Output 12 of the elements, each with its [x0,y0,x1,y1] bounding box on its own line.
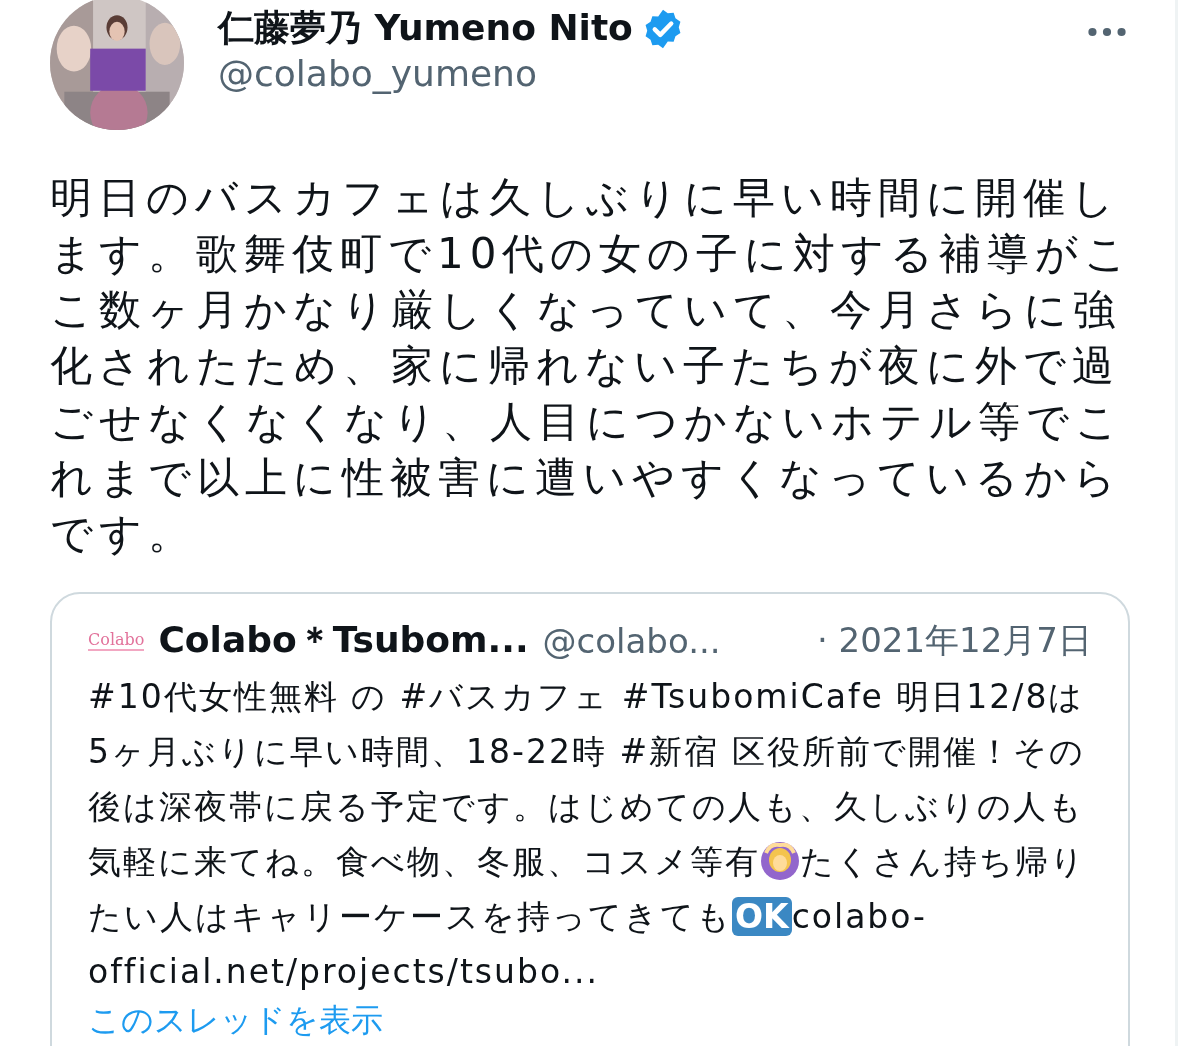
quoted-author-handle: @colabo... [542,620,721,661]
quoted-text: #10代女性無料 の #バスカフェ #TsubomiCafe 明日12/8は5ヶ月ぶりに早い時間、18-22時 #新宿 区役所前で開催！その後は深夜帯に戻る予定です。はじめての人も、久しぶりの人も気軽に来てね。食べ物、冬服、コスメ等有 たくさん持ち帰りたい人はキャリーケースを持ってきても OKcolabo-official.net/projects/tsubo... [88,676,1087,993]
ok-badge: OK [732,897,792,936]
tweet-text: 明日のバスカフェは久しぶりに早い時間に開催します。歌舞伎町で10代の女の子に対する補導がここ数ヶ月かなり厳しくなっていて、今月さらに強化されたため、家に帰れない子たちが夜に外で過ごせなくなくなり、人目につかないホテル等でこれまで以上に性被害に遭いやすくなっているからです。 [50,172,1135,560]
quoted-tweet[interactable] [50,592,1130,1046]
logo: Colabo [88,630,145,651]
more-icon[interactable] [1087,26,1127,38]
quoted-author-name: Colabo＊Tsubom... [158,618,529,662]
quoted-date: · 2021年12月7日 [816,618,1092,662]
author-handle[interactable]: @colabo_yumeno [218,53,1053,94]
woman-gesture-icon [760,841,800,881]
author-name: 仁藤夢乃 Yumeno Nito [218,6,633,50]
